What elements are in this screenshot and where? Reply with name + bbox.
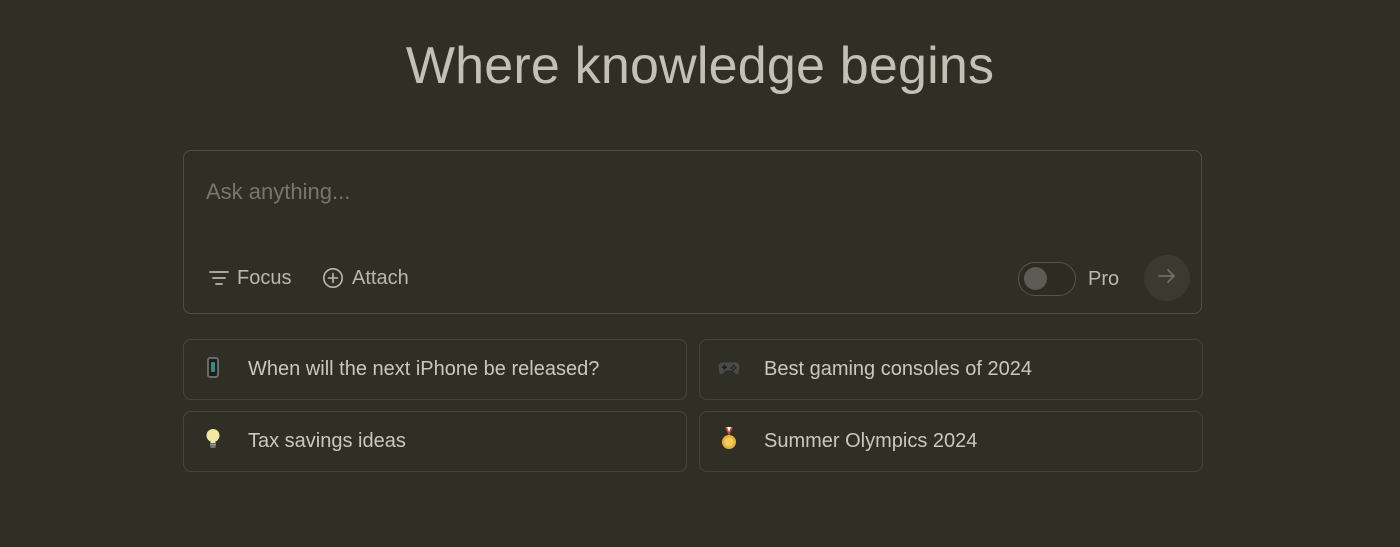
suggestion-card[interactable]: When will the next iPhone be released? <box>183 339 687 400</box>
suggestion-label: Summer Olympics 2024 <box>764 430 978 452</box>
suggestion-label: Tax savings ideas <box>248 430 406 452</box>
search-box[interactable]: Focus Attach Pro <box>183 150 1202 314</box>
focus-label: Focus <box>237 266 292 289</box>
suggestion-card[interactable]: Tax savings ideas <box>183 411 687 472</box>
focus-button[interactable]: Focus <box>209 263 291 293</box>
page-title: Where knowledge begins <box>405 37 995 95</box>
submit-button[interactable] <box>1144 255 1190 301</box>
medal-icon <box>717 427 741 456</box>
suggestion-label: When will the next iPhone be released? <box>248 358 600 380</box>
pro-label: Pro <box>1088 268 1120 290</box>
pro-toggle[interactable] <box>1018 262 1076 296</box>
filter-icon <box>209 269 229 287</box>
light-bulb-icon <box>201 428 225 455</box>
game-controller-icon <box>717 358 741 382</box>
plus-circle-icon <box>322 267 344 289</box>
search-input[interactable] <box>206 175 1166 209</box>
toggle-knob <box>1024 267 1047 290</box>
suggestion-card[interactable]: Best gaming consoles of 2024 <box>699 339 1203 400</box>
attach-label: Attach <box>352 266 409 289</box>
phone-icon <box>201 356 225 383</box>
suggestion-label: Best gaming consoles of 2024 <box>764 358 1032 380</box>
suggestion-card[interactable]: Summer Olympics 2024 <box>699 411 1203 472</box>
arrow-right-icon <box>1157 267 1177 290</box>
attach-button[interactable]: Attach <box>322 263 409 293</box>
